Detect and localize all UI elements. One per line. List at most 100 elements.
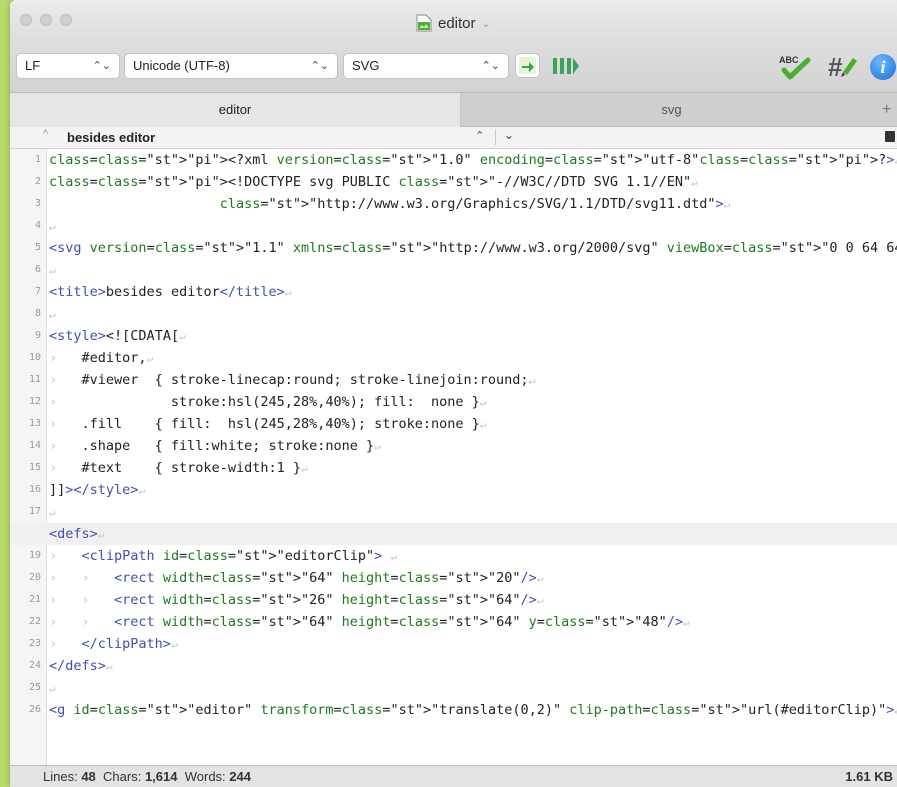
code-line-text[interactable]: › #editor,↵ bbox=[49, 347, 153, 370]
code-line[interactable]: ↵ bbox=[10, 215, 897, 237]
code-line[interactable]: <title>besides editor</title>↵ bbox=[10, 281, 897, 303]
code-line[interactable]: › </clipPath>↵ bbox=[10, 633, 897, 655]
code-line[interactable]: ↵ bbox=[10, 259, 897, 281]
toolbar: LF ⌃⌄ Unicode (UTF-8) ⌃⌄ SVG ⌃⌄ ABC # i bbox=[10, 44, 897, 93]
code-line-text[interactable]: › <clipPath id=class="st">"editorClip"> … bbox=[49, 545, 397, 568]
code-line-text[interactable]: › #text { stroke-width:1 }↵ bbox=[49, 457, 308, 480]
window-title-text: editor bbox=[438, 14, 476, 32]
code-line[interactable]: ]]></style>↵ bbox=[10, 479, 897, 501]
code-line-text[interactable]: <style><![CDATA[↵ bbox=[49, 325, 186, 348]
code-line-text[interactable]: › › <rect width=class="st">"64" height=c… bbox=[49, 611, 690, 634]
char-count: 1,614 bbox=[144, 769, 178, 784]
code-line[interactable]: › stroke:hsl(245,28%,40%); fill: none }↵ bbox=[10, 391, 897, 413]
spell-check-label: ABC bbox=[779, 55, 799, 65]
code-line[interactable]: <defs>↵ bbox=[10, 523, 897, 545]
code-editor[interactable]: 1234567891011121314151617181920212223242… bbox=[10, 149, 897, 765]
tab-editor[interactable]: editor bbox=[10, 93, 461, 127]
code-line-text[interactable]: <svg version=class="st">"1.1" xmlns=clas… bbox=[49, 237, 897, 260]
code-line[interactable]: › .shape { fill:white; stroke:none }↵ bbox=[10, 435, 897, 457]
hash-label: # bbox=[828, 52, 843, 82]
code-line-text[interactable]: ↵ bbox=[49, 215, 56, 238]
tab-bar: editor svg + bbox=[10, 93, 897, 127]
code-line[interactable]: ↵ bbox=[10, 303, 897, 325]
lines-label: Lines: bbox=[43, 769, 78, 784]
preview-button[interactable] bbox=[515, 53, 540, 78]
code-line-text[interactable]: › .fill { fill: hsl(245,28%,40%); stroke… bbox=[49, 413, 486, 436]
code-line[interactable]: class=class="st">"pi"><?xml version=clas… bbox=[10, 149, 897, 171]
code-line[interactable]: class=class="st">"pi"><!DOCTYPE svg PUBL… bbox=[10, 171, 897, 193]
code-line-text[interactable]: ↵ bbox=[49, 501, 56, 524]
navigation-bar: ^ besides editor ⌃ ⌄ bbox=[10, 127, 897, 149]
document-icon bbox=[416, 14, 432, 32]
updown-arrows-icon: ⌃⌄ bbox=[310, 60, 329, 72]
caret-up-icon[interactable]: ^ bbox=[43, 128, 48, 140]
code-line-text[interactable]: › › <rect width=class="st">"64" height=c… bbox=[49, 567, 543, 590]
close-window-button[interactable] bbox=[20, 14, 32, 26]
encoding-value: Unicode (UTF-8) bbox=[133, 58, 230, 73]
hash-marker-icon: # bbox=[828, 52, 857, 82]
code-line[interactable]: <g id=class="st">"editor" transform=clas… bbox=[10, 699, 897, 721]
line-ending-select[interactable]: LF ⌃⌄ bbox=[16, 53, 120, 79]
zoom-window-button[interactable] bbox=[60, 14, 72, 26]
minimize-window-button[interactable] bbox=[40, 14, 52, 26]
code-line-text[interactable]: <defs>↵ bbox=[49, 523, 104, 546]
preview-arrow-icon bbox=[519, 57, 536, 74]
syntax-select[interactable]: SVG ⌃⌄ bbox=[343, 53, 509, 79]
code-line-text[interactable]: class=class="st">"pi"><!DOCTYPE svg PUBL… bbox=[49, 171, 698, 194]
code-line[interactable]: › <clipPath id=class="st">"editorClip"> … bbox=[10, 545, 897, 567]
marker-button[interactable]: # bbox=[826, 52, 860, 82]
code-line-text[interactable]: ↵ bbox=[49, 259, 56, 282]
code-line-text[interactable]: › › <rect width=class="st">"26" height=c… bbox=[49, 589, 543, 612]
code-line[interactable]: › › <rect width=class="st">"64" height=c… bbox=[10, 567, 897, 589]
updown-arrows-icon: ⌃⌄ bbox=[481, 60, 500, 72]
window-title[interactable]: editor ⌄ bbox=[416, 13, 491, 33]
code-line[interactable]: ↵ bbox=[10, 677, 897, 699]
code-line-text[interactable]: › </clipPath>↵ bbox=[49, 633, 178, 656]
document-stats: Lines: 48 Chars: 1,614 Words: 244 bbox=[43, 766, 251, 787]
code-line[interactable]: ↵ bbox=[10, 501, 897, 523]
code-line-text[interactable]: ]]></style>↵ bbox=[49, 479, 145, 502]
document-map-icon[interactable] bbox=[885, 131, 895, 142]
code-line[interactable]: class="st">"http://www.w3.org/Graphics/S… bbox=[10, 193, 897, 215]
code-line[interactable]: › › <rect width=class="st">"64" height=c… bbox=[10, 611, 897, 633]
file-size: 1.61 KB bbox=[845, 769, 893, 784]
add-tab-button[interactable]: + bbox=[882, 93, 897, 127]
word-count: 244 bbox=[229, 769, 251, 784]
code-line[interactable]: › #viewer { stroke-linecap:round; stroke… bbox=[10, 369, 897, 391]
tab-svg[interactable]: svg bbox=[461, 93, 882, 127]
split-view-button[interactable] bbox=[551, 56, 583, 76]
info-button[interactable]: i bbox=[870, 54, 896, 80]
code-line[interactable]: › › <rect width=class="st">"26" height=c… bbox=[10, 589, 897, 611]
symbol-selector[interactable]: besides editor bbox=[67, 130, 155, 145]
code-line[interactable]: › #text { stroke-width:1 }↵ bbox=[10, 457, 897, 479]
code-line-text[interactable]: <g id=class="st">"editor" transform=clas… bbox=[49, 699, 897, 722]
code-line[interactable]: › #editor,↵ bbox=[10, 347, 897, 369]
chevron-down-icon[interactable]: ⌄ bbox=[504, 128, 514, 142]
code-line-text[interactable]: class=class="st">"pi"><?xml version=clas… bbox=[49, 149, 897, 172]
encoding-select[interactable]: Unicode (UTF-8) ⌃⌄ bbox=[124, 53, 338, 79]
code-line-text[interactable]: class="st">"http://www.w3.org/Graphics/S… bbox=[49, 193, 731, 216]
code-line-text[interactable]: › #viewer { stroke-linecap:round; stroke… bbox=[49, 369, 535, 392]
title-bar: editor ⌄ bbox=[10, 0, 897, 44]
code-line-text[interactable]: <title>besides editor</title>↵ bbox=[49, 281, 291, 304]
split-columns-icon bbox=[553, 58, 579, 74]
code-line-text[interactable]: › stroke:hsl(245,28%,40%); fill: none }↵ bbox=[49, 391, 486, 414]
line-count: 48 bbox=[81, 769, 96, 784]
updown-arrows-icon[interactable]: ⌃ bbox=[475, 129, 484, 142]
code-line-text[interactable]: ↵ bbox=[49, 303, 56, 326]
code-line[interactable]: <style><![CDATA[↵ bbox=[10, 325, 897, 347]
status-bar: Lines: 48 Chars: 1,614 Words: 244 1.61 K… bbox=[10, 765, 897, 787]
code-line[interactable]: › .fill { fill: hsl(245,28%,40%); stroke… bbox=[10, 413, 897, 435]
code-line[interactable]: <svg version=class="st">"1.1" xmlns=clas… bbox=[10, 237, 897, 259]
words-label: Words: bbox=[184, 769, 226, 784]
updown-arrows-icon: ⌃⌄ bbox=[92, 60, 111, 72]
syntax-value: SVG bbox=[352, 58, 380, 73]
editor-window: editor ⌄ LF ⌃⌄ Unicode (UTF-8) ⌃⌄ SVG ⌃⌄ bbox=[10, 0, 897, 787]
code-line-text[interactable]: </defs>↵ bbox=[49, 655, 113, 678]
code-line[interactable]: </defs>↵ bbox=[10, 655, 897, 677]
spell-check-button[interactable]: ABC bbox=[778, 52, 814, 82]
title-chevron-icon: ⌄ bbox=[481, 17, 491, 30]
spell-check-icon: ABC bbox=[779, 55, 811, 80]
code-line-text[interactable]: › .shape { fill:white; stroke:none }↵ bbox=[49, 435, 381, 458]
code-line-text[interactable]: ↵ bbox=[49, 677, 56, 700]
